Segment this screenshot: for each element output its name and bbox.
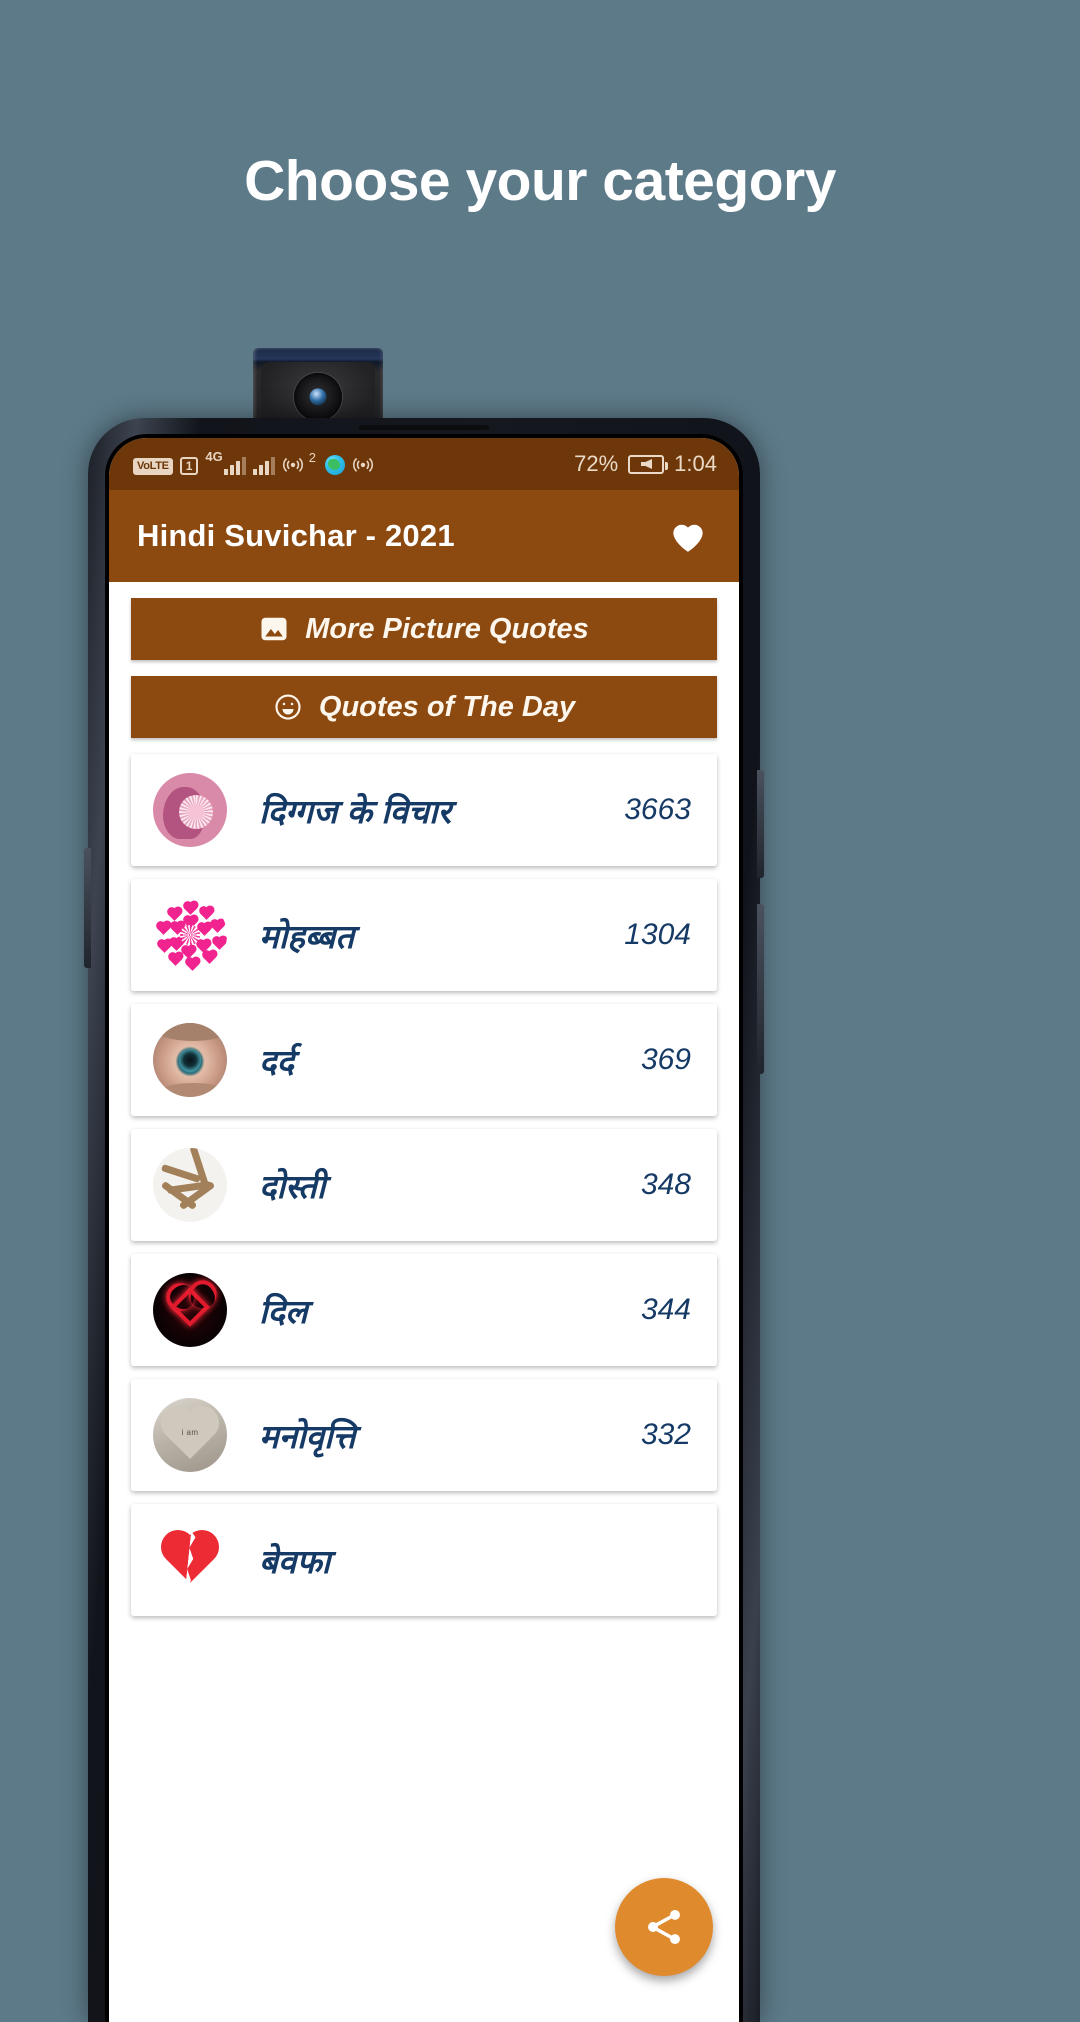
category-row[interactable]: दिल 344 — [131, 1254, 717, 1366]
category-row[interactable]: दोस्ती 348 — [131, 1129, 717, 1241]
app-content: More Picture Quotes Quotes of The Day दि… — [109, 582, 739, 2022]
share-icon — [642, 1905, 686, 1949]
category-label: मोहब्बत — [259, 917, 355, 955]
share-fab-button[interactable] — [615, 1878, 713, 1976]
globe-icon — [324, 455, 345, 475]
side-button-left[interactable] — [84, 848, 91, 968]
volume-button[interactable] — [757, 770, 764, 878]
category-row[interactable]: दिग्गज के विचार 3663 — [131, 754, 717, 866]
category-label: बेवफा — [259, 1542, 331, 1580]
mind-head-icon — [153, 773, 227, 847]
hotspot-icon — [282, 453, 304, 475]
neon-heart-icon — [153, 1273, 227, 1347]
battery-charging-icon — [628, 454, 669, 474]
hotspot-count-superscript: 2 — [308, 450, 316, 465]
app-title: Hindi Suvichar - 2021 — [137, 518, 455, 553]
category-row[interactable]: मोहब्बत 1304 — [131, 879, 717, 991]
status-bar: VoLTE 1 4G 2 72% 1:04 — [109, 438, 739, 490]
category-list: दिग्गज के विचार 3663 मोहब्बत 1304 दर्द 3… — [109, 754, 739, 1616]
category-count: 369 — [640, 1043, 691, 1076]
more-picture-quotes-label: More Picture Quotes — [305, 612, 589, 645]
quotes-of-the-day-button[interactable]: Quotes of The Day — [131, 676, 717, 738]
category-label: दिल — [259, 1292, 308, 1330]
more-picture-quotes-button[interactable]: More Picture Quotes — [131, 598, 717, 660]
broken-heart-icon — [153, 1523, 227, 1597]
stone-heart-icon: i am — [153, 1398, 227, 1472]
page-title: Choose your category — [244, 149, 836, 213]
heart-icon[interactable] — [665, 515, 711, 557]
category-count: 332 — [640, 1418, 691, 1451]
category-row[interactable]: i am मनोवृत्ति 332 — [131, 1379, 717, 1491]
image-icon — [259, 614, 289, 644]
twig-star-icon — [153, 1148, 227, 1222]
category-count: 3663 — [624, 793, 691, 826]
status-bar-right: 72% 1:04 — [574, 451, 717, 477]
hotspot-icon-2 — [352, 453, 374, 475]
quotes-of-the-day-label: Quotes of The Day — [318, 690, 576, 723]
category-count: 1304 — [624, 918, 691, 951]
phone-screen: VoLTE 1 4G 2 72% 1:04 Hindi Suvichar - 2… — [109, 438, 739, 2022]
category-count: 344 — [640, 1293, 691, 1326]
battery-percent-label: 72% — [574, 451, 619, 476]
sim-indicator: 1 — [179, 457, 199, 475]
volte-badge: VoLTE — [133, 458, 173, 475]
clock-label: 1:04 — [674, 451, 717, 476]
camera-body — [261, 362, 375, 426]
smiley-icon — [273, 692, 303, 722]
category-count: 348 — [640, 1168, 691, 1201]
signal-bars-4g-icon: 4G — [205, 450, 246, 475]
app-bar: Hindi Suvichar - 2021 — [109, 490, 739, 582]
category-label: दिग्गज के विचार — [259, 792, 451, 830]
category-label: मनोवृत्ति — [259, 1417, 356, 1455]
phone-bezel: VoLTE 1 4G 2 72% 1:04 Hindi Suvichar - 2… — [105, 434, 743, 2022]
status-bar-left: VoLTE 1 4G 2 — [133, 450, 374, 475]
category-label: दर्द — [259, 1042, 295, 1080]
category-label: दोस्ती — [259, 1167, 326, 1205]
category-row[interactable]: दर्द 369 — [131, 1004, 717, 1116]
category-row[interactable]: बेवफा — [131, 1504, 717, 1616]
phone-mockup: VoLTE 1 4G 2 72% 1:04 Hindi Suvichar - 2… — [84, 418, 764, 2022]
earpiece-speaker — [359, 425, 489, 430]
popup-camera-module — [253, 348, 383, 426]
power-button[interactable] — [757, 904, 764, 1074]
eye-icon — [153, 1023, 227, 1097]
hearts-mandala-icon — [153, 898, 227, 972]
camera-lens-icon — [294, 372, 342, 421]
signal-bars-icon — [252, 455, 275, 475]
